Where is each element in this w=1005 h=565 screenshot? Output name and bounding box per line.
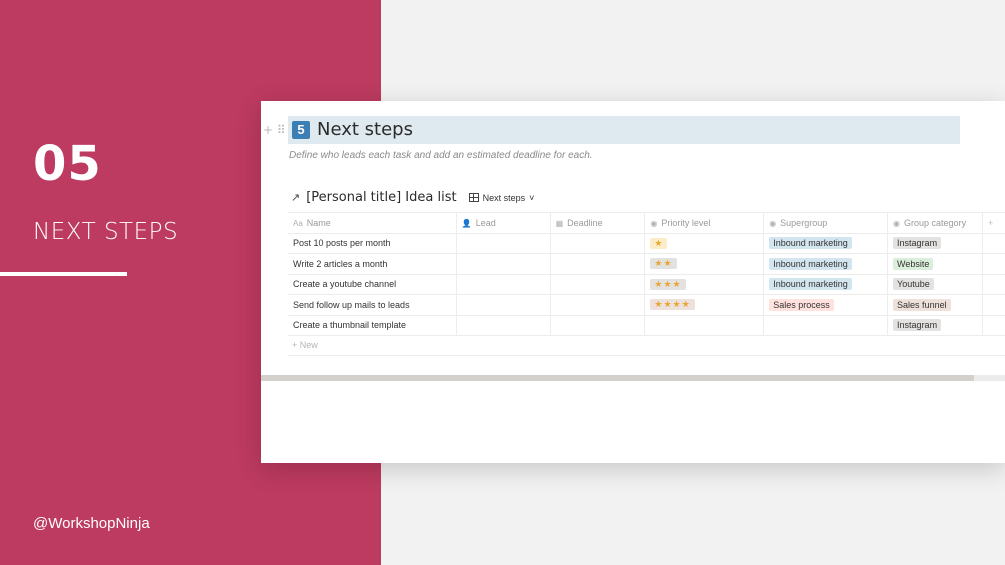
cell-name[interactable]: Send follow up mails to leads [288, 294, 457, 315]
new-row-button[interactable]: + New [292, 340, 318, 350]
cell-deadline[interactable] [550, 294, 646, 315]
cell-priority[interactable]: ★★★★ [644, 294, 765, 315]
row-name: Write 2 articles a month [293, 258, 388, 269]
row-name: Create a thumbnail template [293, 320, 407, 331]
database-title-row: ↗ [Personal title] Idea list Next steps … [291, 190, 534, 205]
cell-group-category[interactable]: Instagram [887, 314, 983, 336]
column-header-supergroup[interactable]: ◉ Supergroup [763, 212, 889, 233]
linked-database-arrow-icon: ↗ [291, 192, 301, 204]
table-row[interactable]: Post 10 posts per month ★ Inbound marketin… [288, 232, 1005, 254]
supergroup-tag: Inbound marketing [769, 257, 852, 270]
table-row[interactable]: Write 2 articles a month ★★ Inbound market… [288, 253, 1005, 274]
table-view-icon [468, 193, 479, 202]
view-selector[interactable]: Next steps ˅ [468, 192, 535, 203]
notion-screenshot: + ⠿ 5 Next steps Define who leads each t… [261, 101, 1005, 463]
slide-number: 05 [33, 136, 102, 192]
drag-handle-icon[interactable]: ⠿ [277, 123, 286, 137]
page-heading: Next steps [317, 119, 413, 140]
table-row[interactable]: Send follow up mails to leads ★★★★ Sales p… [288, 294, 1005, 315]
row-name: Post 10 posts per month [293, 238, 391, 249]
column-header-lead[interactable]: 👤 Lead [456, 212, 551, 233]
cell-empty [982, 294, 1005, 315]
cell-empty [982, 232, 1005, 254]
supergroup-tag: Inbound marketing [769, 237, 852, 250]
text-property-icon: Aa [293, 218, 303, 228]
heading-block[interactable]: 5 Next steps [288, 116, 960, 144]
priority-stars: ★ [650, 237, 668, 249]
cell-supergroup[interactable] [763, 314, 889, 336]
cell-name[interactable]: Create a thumbnail template [288, 314, 457, 336]
cell-deadline[interactable] [550, 232, 646, 254]
cell-deadline[interactable] [550, 314, 646, 336]
column-header-priority[interactable]: ◉ Priority level [644, 212, 765, 233]
horizontal-scrollbar[interactable] [261, 375, 1005, 381]
add-block-icon[interactable]: + [263, 123, 273, 137]
table-bottom-divider [288, 355, 1005, 356]
table-row[interactable]: Create a youtube channel ★★★ Inbound marke… [288, 273, 1005, 295]
cell-lead[interactable] [456, 253, 551, 274]
slide-divider [0, 272, 127, 276]
database-title[interactable]: [Personal title] Idea list [306, 190, 456, 205]
column-header-name[interactable]: Aa Name [288, 212, 457, 233]
select-property-icon: ◉ [893, 218, 901, 228]
select-property-icon: ◉ [769, 218, 777, 228]
social-handle: @WorkshopNinja [33, 515, 150, 532]
cell-lead[interactable] [456, 314, 551, 336]
cell-lead[interactable] [456, 232, 551, 254]
person-icon: 👤 [461, 218, 472, 228]
slide-title: NEXT STEPS [33, 219, 179, 245]
cell-supergroup[interactable]: Sales process [763, 294, 889, 315]
database-table: Aa Name 👤 Lead ▦ Deadline ◉ Priority level ◉… [288, 212, 1005, 336]
category-tag: Instagram [893, 319, 942, 332]
category-tag: Sales funnel [893, 298, 951, 311]
cell-group-category[interactable]: Website [887, 253, 983, 274]
view-label: Next steps [482, 192, 526, 203]
cell-deadline[interactable] [550, 273, 646, 295]
number-5-icon: 5 [292, 121, 310, 139]
priority-stars: ★★ [650, 258, 677, 270]
cell-priority[interactable]: ★★★ [644, 273, 765, 295]
cell-empty [982, 314, 1005, 336]
cell-group-category[interactable]: Sales funnel [887, 294, 983, 315]
cell-deadline[interactable] [550, 253, 646, 274]
add-column-button[interactable]: + [982, 212, 1005, 233]
category-tag: Instagram [893, 237, 942, 250]
cell-group-category[interactable]: Instagram [887, 232, 983, 254]
cell-priority[interactable]: ★ [644, 232, 765, 254]
cell-name[interactable]: Post 10 posts per month [288, 232, 457, 254]
category-tag: Youtube [893, 278, 934, 291]
table-row[interactable]: Create a thumbnail template Instagram [288, 314, 1005, 336]
new-row-label: New [299, 340, 318, 350]
row-name: Send follow up mails to leads [293, 299, 410, 310]
cell-supergroup[interactable]: Inbound marketing [763, 273, 889, 295]
block-handles[interactable]: + ⠿ [263, 123, 286, 137]
supergroup-tag: Inbound marketing [769, 278, 852, 291]
cell-priority[interactable] [644, 314, 765, 336]
chevron-down-icon: ˅ [529, 192, 535, 203]
cell-supergroup[interactable]: Inbound marketing [763, 232, 889, 254]
priority-stars: ★★★★ [650, 299, 695, 311]
cell-name[interactable]: Write 2 articles a month [288, 253, 457, 274]
category-tag: Website [893, 257, 934, 270]
select-property-icon: ◉ [650, 218, 658, 228]
heading-description: Define who leads each task and add an es… [289, 150, 593, 161]
cell-empty [982, 253, 1005, 274]
column-header-group-category[interactable]: ◉ Group category [887, 212, 983, 233]
row-name: Create a youtube channel [293, 279, 397, 290]
scrollbar-thumb[interactable] [261, 375, 974, 381]
cell-lead[interactable] [456, 273, 551, 295]
cell-name[interactable]: Create a youtube channel [288, 273, 457, 295]
cell-lead[interactable] [456, 294, 551, 315]
supergroup-tag: Sales process [769, 298, 834, 311]
calendar-icon: ▦ [555, 218, 564, 228]
cell-group-category[interactable]: Youtube [887, 273, 983, 295]
plus-icon: + [292, 340, 298, 350]
column-header-deadline[interactable]: ▦ Deadline [550, 212, 646, 233]
cell-priority[interactable]: ★★ [644, 253, 765, 274]
cell-supergroup[interactable]: Inbound marketing [763, 253, 889, 274]
priority-stars: ★★★ [650, 278, 686, 290]
add-icon: + [987, 217, 994, 228]
cell-empty [982, 273, 1005, 295]
